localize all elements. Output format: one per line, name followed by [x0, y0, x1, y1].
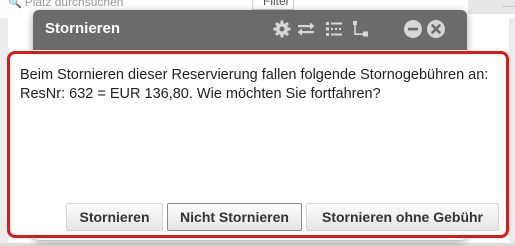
cancel-button[interactable]: Stornieren — [66, 203, 163, 231]
background-divider — [502, 6, 515, 7]
background-search-field: 🔍 Platz durchsuchen — [8, 0, 208, 10]
list-tree-icon[interactable] — [324, 19, 344, 39]
search-icon: 🔍 — [8, 0, 22, 9]
gear-icon[interactable] — [272, 19, 292, 39]
background-filter-box: Filter — [252, 0, 294, 10]
minimize-icon[interactable] — [403, 19, 423, 39]
cancel-without-fee-button[interactable]: Stornieren ohne Gebühr — [306, 203, 499, 231]
dialog-titlebar[interactable]: Stornieren — [33, 10, 467, 50]
dialog-message: Beim Stornieren dieser Reservierung fall… — [20, 67, 489, 102]
close-icon[interactable] — [426, 19, 446, 39]
dont-cancel-button[interactable]: Nicht Stornieren — [167, 203, 302, 231]
background-right-panel — [509, 18, 515, 246]
dialog-title: Stornieren — [45, 20, 121, 37]
hierarchy-icon[interactable] — [351, 19, 371, 39]
background-toolbar-strip — [468, 0, 515, 14]
background-search-placeholder: Platz durchsuchen — [24, 0, 124, 9]
background-filter-label: Filter — [263, 0, 290, 8]
dialog-content-highlight: Beim Stornieren dieser Reservierung fall… — [7, 51, 509, 238]
swap-icon[interactable] — [296, 19, 316, 39]
